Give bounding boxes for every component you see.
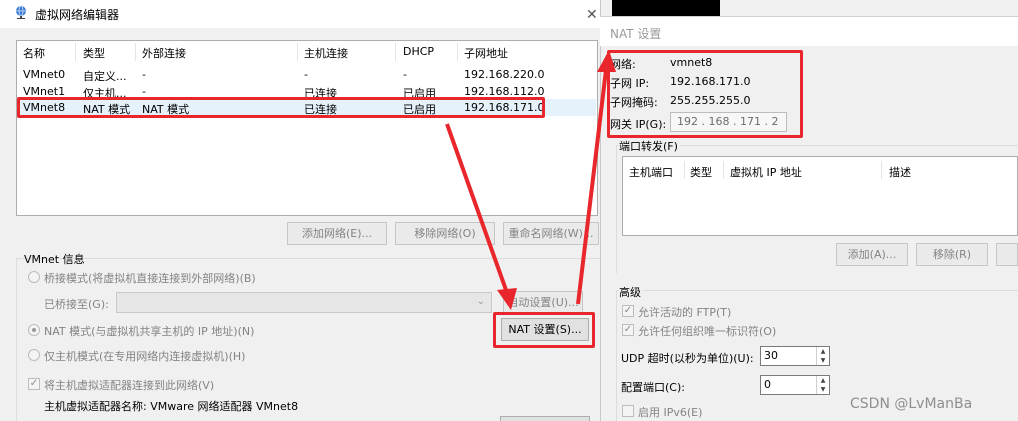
background-strip — [612, 0, 720, 16]
cell-dhcp: - — [403, 68, 407, 81]
enable-ipv6-label: 启用 IPv6(E) — [638, 406, 703, 419]
partial-button[interactable] — [996, 243, 1018, 266]
allow-active-ftp-label: 允许活动的 FTP(T) — [638, 306, 732, 319]
col-header-vm-ip[interactable]: 虚拟机 IP 地址 — [730, 164, 802, 180]
enable-ipv6-checkbox[interactable] — [622, 405, 634, 417]
host-only-mode-radio[interactable] — [28, 349, 40, 361]
watermark: CSDN @LvManBa — [850, 396, 973, 412]
config-port-value: 0 — [764, 378, 771, 391]
globe-network-icon — [16, 5, 26, 19]
editor-title: 虚拟网络编辑器 — [35, 8, 120, 22]
col-separator — [723, 161, 724, 179]
col-header-type[interactable]: 类型 — [83, 45, 105, 61]
cell-type: 自定义... — [83, 70, 127, 83]
editor-title-bar: 虚拟网络编辑器 — [0, 0, 612, 28]
udp-timeout-value: 30 — [764, 349, 778, 362]
allow-any-oui-checkbox[interactable]: ✓ — [622, 324, 634, 336]
virtual-network-editor-window: 虚拟网络编辑器 名称 类型 外部连接 主机连接 DHCP 子网地址 VMnet0… — [0, 0, 612, 421]
spin-arrows-icon[interactable]: ▲ ▼ — [816, 376, 829, 394]
config-port-label: 配置端口(C): — [621, 381, 685, 394]
add-network-button[interactable]: 添加网络(E)... — [287, 222, 387, 245]
port-forwarding-label: 端口转发(F) — [619, 138, 680, 154]
cell-external: - — [142, 68, 146, 81]
col-header-dhcp[interactable]: DHCP — [403, 45, 434, 58]
config-port-input[interactable]: 0 ▲ ▼ — [760, 375, 830, 395]
host-only-mode-label: 仅主机模式(在专用网络内连接虚拟机)(H) — [44, 350, 246, 363]
col-separator — [297, 43, 298, 61]
cell-host: - — [304, 68, 308, 81]
udp-timeout-label: UDP 超时(以秒为单位)(U): — [621, 352, 754, 365]
advanced-label: 高级 — [619, 284, 643, 300]
cell-name: VMnet0 — [23, 68, 66, 81]
col-header-description[interactable]: 描述 — [889, 164, 911, 180]
adapter-name-text: 主机虚拟适配器名称: VMware 网络适配器 VMnet8 — [44, 400, 299, 413]
add-port-button[interactable]: 添加(A)... — [836, 243, 908, 266]
allow-active-ftp-checkbox[interactable]: ✓ — [622, 305, 634, 317]
bridged-to-label: 已桥接至(G): — [44, 298, 109, 311]
annotation-box-vmnet8-row — [17, 97, 545, 118]
bridged-to-select[interactable]: ⌄ — [116, 292, 492, 313]
cell-subnet: 192.168.220.0 — [464, 68, 545, 81]
col-header-external[interactable]: 外部连接 — [142, 45, 186, 61]
col-header-host-port[interactable]: 主机端口 — [629, 164, 673, 180]
rename-network-button[interactable]: 重命名网络(W)... — [503, 222, 599, 245]
nat-title: NAT 设置 — [610, 27, 662, 41]
vmnet-info-label: VMnet 信息 — [24, 253, 85, 266]
close-icon[interactable]: ✕ — [586, 7, 598, 23]
col-header-host[interactable]: 主机连接 — [304, 45, 348, 61]
table-row[interactable]: VMnet0 自定义... - - - 192.168.220.0 — [18, 66, 596, 83]
nat-title-bar: ✕ NAT 设置 — [586, 7, 1018, 46]
col-header-name[interactable]: 名称 — [23, 45, 45, 61]
connect-adapter-label: 将主机虚拟适配器连接到此网络(V) — [44, 379, 215, 392]
col-header-subnet[interactable]: 子网地址 — [464, 45, 508, 61]
spin-arrows-icon[interactable]: ▲ ▼ — [816, 347, 829, 365]
bridged-mode-label: 桥接模式(将虚拟机直接连接到外部网络)(B) — [44, 272, 256, 285]
network-table[interactable]: 名称 类型 外部连接 主机连接 DHCP 子网地址 VMnet0 自定义... … — [16, 40, 598, 216]
remove-network-button[interactable]: 移除网络(O) — [395, 222, 495, 245]
port-forwarding-table[interactable]: 主机端口 类型 虚拟机 IP 地址 描述 — [622, 156, 1018, 236]
allow-any-oui-label: 允许任何组织唯一标识符(O) — [638, 325, 777, 338]
col-separator — [881, 161, 882, 179]
udp-timeout-input[interactable]: 30 ▲ ▼ — [760, 346, 830, 366]
col-separator — [457, 43, 458, 61]
chevron-down-icon: ⌄ — [476, 296, 485, 307]
remove-port-button[interactable]: 移除(R) — [916, 243, 988, 266]
col-separator — [135, 43, 136, 61]
col-separator — [75, 43, 76, 61]
auto-settings-button[interactable]: 自动设置(U)... — [503, 291, 583, 314]
col-header-type[interactable]: 类型 — [690, 164, 712, 180]
col-separator — [395, 43, 396, 61]
col-separator — [684, 161, 685, 179]
bridged-mode-radio[interactable] — [28, 271, 40, 283]
connect-adapter-checkbox[interactable]: ✓ — [28, 378, 40, 390]
nat-mode-radio[interactable] — [28, 324, 40, 336]
annotation-box-nat-settings — [493, 312, 595, 348]
annotation-box-nat-info — [607, 50, 803, 138]
partial-button[interactable] — [500, 416, 590, 421]
nat-mode-label: NAT 模式(与虚拟机共享主机的 IP 地址)(N) — [44, 325, 255, 338]
